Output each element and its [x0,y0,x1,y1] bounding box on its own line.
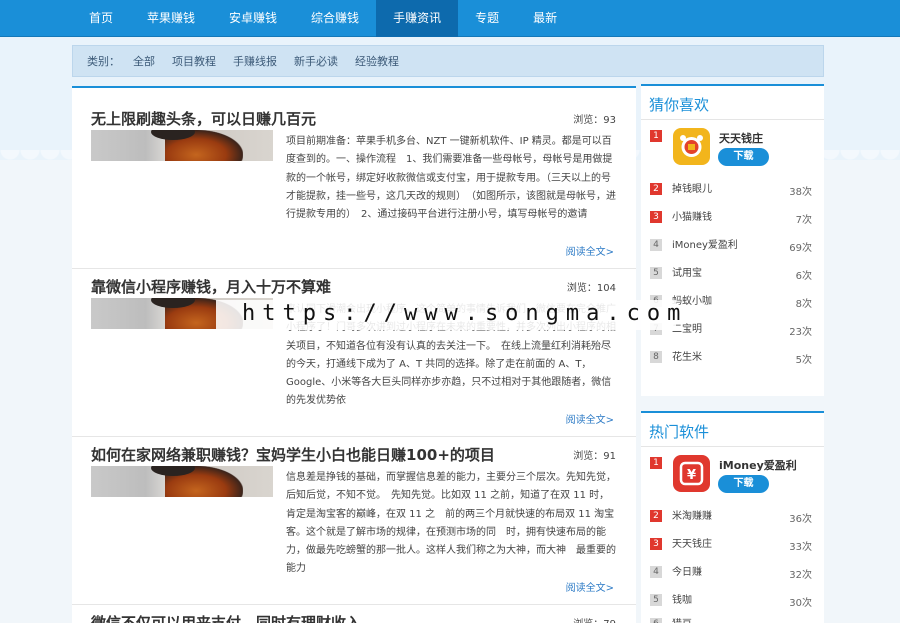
read-more-link[interactable]: 阅读全文> [566,411,614,426]
article-title[interactable]: 靠微信小程序赚钱，月入十万不算难 [91,276,331,297]
download-count: 30次 [789,598,812,609]
category-all[interactable]: 全部 [133,53,155,69]
download-count: 36次 [789,514,812,525]
divider [72,604,636,605]
rank-badge: 5 [650,594,662,606]
download-count: 23次 [789,327,812,338]
nav-general-earn[interactable]: 综合赚钱 [294,0,376,37]
article-excerpt: 信息差是挣钱的基础，而掌握信息差的能力，主要分三个层次。先知先觉，后知后觉，不知… [286,472,616,575]
article-list: 无上限刷趣头条，可以日赚几百元 浏览：93 项目前期准备：苹果手机多台、NZT … [72,86,636,623]
rank-badge: 8 [650,351,662,363]
category-experience[interactable]: 经验教程 [355,53,399,69]
download-count: 33次 [789,542,812,553]
app-link[interactable]: 掉钱眼儿 [672,180,712,195]
divider [641,446,824,447]
nav-news[interactable]: 手赚资讯 [376,0,459,37]
site-watermark: https://www.songma.com [216,300,680,330]
view-count: 浏览：93 [573,115,616,126]
featured-app-name[interactable]: iMoney爱盈利 [719,457,797,473]
category-tips[interactable]: 手赚线报 [233,53,277,69]
rank-badge: 4 [650,239,662,251]
article-title[interactable]: 无上限刷趣头条，可以日赚几百元 [91,108,316,129]
rank-badge: 6 [650,618,662,623]
article-title[interactable]: 微信不仅可以用来支付，同时有理财收入 [91,612,361,623]
app-link[interactable]: 花生米 [672,348,702,363]
article-title[interactable]: 如何在家网络兼职赚钱？宝妈学生小白也能日赚100+的项目 [91,444,495,465]
view-count: 浏览：91 [573,451,616,462]
nav-android-earn[interactable]: 安卓赚钱 [212,0,294,37]
rank-badge: 3 [650,538,662,550]
article-thumbnail[interactable] [91,466,273,497]
app-link[interactable]: 天天钱庄 [672,535,712,550]
view-count: 浏览：79 [573,615,616,623]
divider [641,119,824,120]
svg-text:¥: ¥ [687,468,696,483]
divider [72,436,636,437]
read-more-link[interactable]: 阅读全文> [566,243,614,258]
sidebar-guess-you-like: 猜你喜欢 1 天天钱庄 下载 2 掉钱眼儿 38次 3 小猫赚钱 7次 4 iM… [641,84,824,396]
view-count: 浏览：104 [566,283,616,294]
app-link[interactable]: 米淘赚赚 [672,507,712,522]
download-button[interactable]: 下载 [718,148,769,166]
app-link[interactable]: iMoney爱盈利 [672,236,738,251]
download-count: 5次 [795,355,812,366]
sidebar-title: 热门软件 [649,423,710,441]
nav-home[interactable]: 首页 [72,0,130,37]
tiantian-app-icon[interactable] [673,128,710,165]
article-thumbnail[interactable] [91,130,273,161]
nav-apple-earn[interactable]: 苹果赚钱 [130,0,212,37]
app-link[interactable]: 小猫赚钱 [672,208,712,223]
app-link[interactable]: 钱咖 [672,591,692,606]
download-count: 38次 [789,187,812,198]
rank-badge: 1 [650,457,662,469]
divider [72,268,636,269]
download-count: 69次 [789,243,812,254]
download-count: 7次 [795,215,812,226]
imoney-app-icon[interactable]: ¥ [673,455,710,492]
nav-latest[interactable]: 最新 [516,0,574,37]
app-link[interactable]: 试用宝 [672,264,702,279]
category-beginners[interactable]: 新手必读 [294,53,338,69]
category-label: 类别： [87,55,120,68]
rank-badge: 1 [650,130,662,142]
app-link[interactable]: 今日赚 [672,563,702,578]
download-button[interactable]: 下载 [718,475,769,493]
article-excerpt: 项目前期准备：苹果手机多台、NZT 一键新机软件、IP 精灵。都是可以百度查到的… [286,136,616,221]
rank-badge: 5 [650,267,662,279]
rank-badge: 2 [650,510,662,522]
category-tutorials[interactable]: 项目教程 [172,53,216,69]
sidebar-title: 猜你喜欢 [649,96,710,114]
download-count: 32次 [789,570,812,581]
app-link[interactable]: 猎豆 [672,615,692,623]
category-bar: 类别： 全部 项目教程 手赚线报 新手必读 经验教程 [72,45,824,77]
sidebar-hot-software: 热门软件 1 ¥ iMoney爱盈利 下载 2 米淘赚赚 36次 3 天天钱庄 … [641,411,824,623]
download-count: 8次 [795,299,812,310]
rank-badge: 3 [650,211,662,223]
featured-app-name[interactable]: 天天钱庄 [719,130,763,146]
nav-topics[interactable]: 专题 [458,0,516,37]
read-more-link[interactable]: 阅读全文> [566,579,614,594]
download-count: 6次 [795,271,812,282]
rank-badge: 2 [650,183,662,195]
rank-badge: 4 [650,566,662,578]
top-nav: 首页 苹果赚钱 安卓赚钱 综合赚钱 手赚资讯 专题 最新 [0,0,900,37]
